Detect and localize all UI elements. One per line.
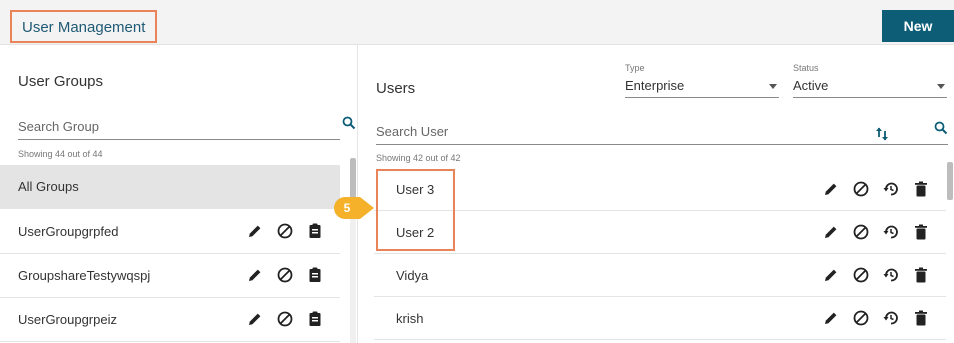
user-row[interactable]: User 3 [374, 168, 946, 211]
user-search-icon[interactable] [934, 121, 948, 135]
trash-icon[interactable] [912, 180, 930, 198]
page-title: User Management [10, 10, 158, 43]
step-badge-pointer [360, 197, 374, 219]
user-search-field[interactable]: Search User [376, 121, 948, 145]
pencil-icon[interactable] [822, 309, 840, 327]
restore-icon[interactable] [882, 309, 900, 327]
status-select[interactable]: Active [793, 76, 947, 98]
user-row-actions [822, 180, 932, 200]
pencil-icon[interactable] [246, 310, 264, 328]
group-search-field[interactable]: Search Group [18, 116, 340, 140]
trash-icon[interactable] [912, 309, 930, 327]
block-icon[interactable] [852, 309, 870, 327]
user-row[interactable]: Vidya [374, 254, 946, 297]
user-groups-title: User Groups [18, 73, 104, 90]
trash-icon[interactable] [912, 266, 930, 284]
clipboard-icon[interactable] [306, 222, 324, 240]
block-icon[interactable] [852, 266, 870, 284]
pencil-icon[interactable] [822, 180, 840, 198]
new-button[interactable]: New [882, 10, 954, 42]
block-icon[interactable] [276, 310, 294, 328]
type-label: Type [625, 63, 645, 73]
group-name: All Groups [18, 179, 79, 194]
group-count-text: Showing 44 out of 44 [18, 149, 103, 159]
user-scroll-thumb[interactable] [947, 162, 953, 200]
group-row-actions [246, 222, 326, 242]
user-name: Vidya [396, 268, 429, 283]
user-row-actions [822, 223, 932, 243]
pencil-icon[interactable] [246, 222, 264, 240]
user-search-placeholder: Search User [376, 124, 449, 139]
clipboard-icon[interactable] [306, 310, 324, 328]
highlight-box [376, 169, 455, 251]
users-title: Users [376, 80, 416, 97]
sort-icon[interactable] [875, 126, 889, 142]
pencil-icon[interactable] [246, 266, 264, 284]
restore-icon[interactable] [882, 266, 900, 284]
trash-icon[interactable] [912, 223, 930, 241]
pencil-icon[interactable] [822, 266, 840, 284]
group-name: GroupshareTestywqspj [18, 268, 151, 283]
user-row[interactable]: krish [374, 297, 946, 340]
clipboard-icon[interactable] [306, 266, 324, 284]
group-row[interactable]: GroupshareTestywqspj [0, 254, 340, 298]
group-row[interactable]: UserGroupgrpeiz [0, 298, 340, 342]
group-row-actions [246, 310, 326, 330]
user-row[interactable]: User 2 [374, 211, 946, 254]
group-scroll-thumb[interactable] [350, 158, 356, 202]
type-select[interactable]: Enterprise [625, 76, 779, 98]
group-search-icon[interactable] [342, 116, 356, 130]
user-count-text: Showing 42 out of 42 [376, 153, 461, 163]
group-row-all[interactable]: All Groups [0, 165, 340, 209]
chevron-down-icon [769, 84, 777, 89]
group-name: UserGroupgrpfed [18, 224, 119, 239]
user-row-actions [822, 266, 932, 286]
block-icon[interactable] [852, 223, 870, 241]
group-search-placeholder: Search Group [18, 119, 99, 134]
pencil-icon[interactable] [822, 223, 840, 241]
type-value: Enterprise [625, 78, 685, 93]
user-row-actions [822, 309, 932, 329]
block-icon[interactable] [852, 180, 870, 198]
top-bar: User Management New [0, 0, 954, 45]
step-badge: 5 [334, 197, 360, 219]
panel-divider [357, 45, 358, 343]
group-name: UserGroupgrpeiz [18, 312, 117, 327]
user-name: krish [396, 311, 424, 326]
chevron-down-icon [937, 84, 945, 89]
status-value: Active [793, 78, 829, 93]
status-label: Status [793, 63, 819, 73]
block-icon[interactable] [276, 266, 294, 284]
block-icon[interactable] [276, 222, 294, 240]
restore-icon[interactable] [882, 223, 900, 241]
group-row[interactable]: UserGroupgrpfed [0, 210, 340, 254]
restore-icon[interactable] [882, 180, 900, 198]
group-row-actions [246, 266, 326, 286]
